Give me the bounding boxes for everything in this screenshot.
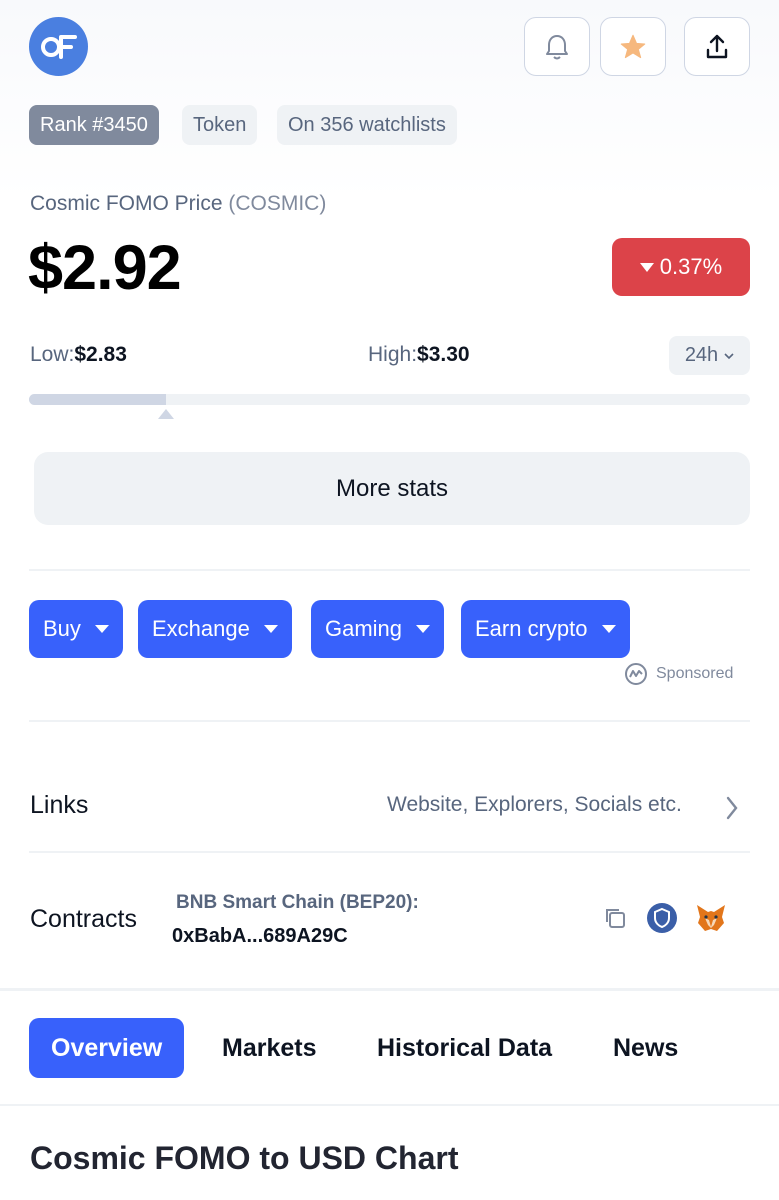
caret-down-icon [416,625,431,633]
exchange-button[interactable]: Exchange [138,600,292,658]
price-range-marker [157,409,174,419]
contracts-label: Contracts [30,905,137,933]
price-range-fill [29,394,166,405]
copy-icon [606,909,625,928]
divider [29,569,750,571]
add-to-metamask-button[interactable] [695,902,727,934]
links-summary[interactable]: Website, Explorers, Socials etc. [387,793,682,817]
coin-symbol: (COSMIC) [228,192,327,215]
divider [29,851,750,853]
notification-button[interactable] [524,17,590,76]
caret-down-icon [601,625,616,633]
security-audit-button[interactable] [646,902,678,934]
contract-chain: BNB Smart Chain (BEP20): [176,892,419,913]
chevron-down-icon [724,352,734,359]
coinmarketcap-icon [625,663,647,685]
watchlist-star-button[interactable] [600,17,666,76]
earn-crypto-button[interactable]: Earn crypto [461,600,630,658]
coin-name-label: Cosmic FOMO Price [30,192,223,215]
chart-section-title: Cosmic FOMO to USD Chart [30,1140,459,1176]
divider [0,988,779,991]
chevron-right-icon[interactable] [725,796,739,820]
current-price: $2.92 [28,233,182,303]
sponsored-note: Sponsored [624,662,733,686]
gaming-label: Gaming [325,616,403,641]
watchlists-badge[interactable]: On 356 watchlists [277,105,457,145]
tab-historical-data[interactable]: Historical Data [377,1018,552,1078]
divider [0,1104,779,1106]
low-price: Low:$2.83 [30,343,127,367]
copy-address-button[interactable] [599,902,631,934]
caret-down-icon [94,625,109,633]
buy-button[interactable]: Buy [29,600,123,658]
sponsored-label: Sponsored [656,665,734,682]
coin-logo [29,17,88,76]
price-label: Cosmic FOMO Price (COSMIC) [30,192,326,216]
tab-markets[interactable]: Markets [222,1018,317,1078]
high-label: High: [368,343,418,366]
cosmic-fomo-logo-icon [40,34,77,59]
more-stats-button[interactable]: More stats [34,452,750,525]
links-label: Links [30,791,89,819]
high-price: High:$3.30 [368,343,470,367]
low-value: $2.83 [74,343,127,366]
period-value: 24h [684,344,719,366]
share-icon [706,34,728,58]
low-label: Low: [30,343,75,366]
price-change-badge: 0.37% [612,238,750,296]
tab-overview[interactable]: Overview [29,1018,185,1078]
contract-address[interactable]: 0xBabA...689A29C [172,925,348,948]
caret-down-icon [263,625,278,633]
earn-crypto-label: Earn crypto [475,616,588,641]
price-change-value: 0.37% [659,254,723,279]
bell-icon [546,34,568,59]
divider [29,720,750,722]
high-value: $3.30 [417,343,470,366]
metamask-fox-icon [697,905,725,931]
exchange-label: Exchange [152,616,250,641]
star-icon [620,34,646,58]
share-button[interactable] [684,17,750,76]
gaming-button[interactable]: Gaming [311,600,445,658]
buy-label: Buy [43,616,81,641]
rank-badge: Rank #3450 [29,105,159,145]
type-badge: Token [182,105,258,145]
price-range-bar [29,394,750,405]
period-selector[interactable]: 24h [669,336,750,375]
caret-down-icon [639,262,654,272]
shield-icon [647,903,677,933]
tab-news[interactable]: News [613,1018,678,1078]
